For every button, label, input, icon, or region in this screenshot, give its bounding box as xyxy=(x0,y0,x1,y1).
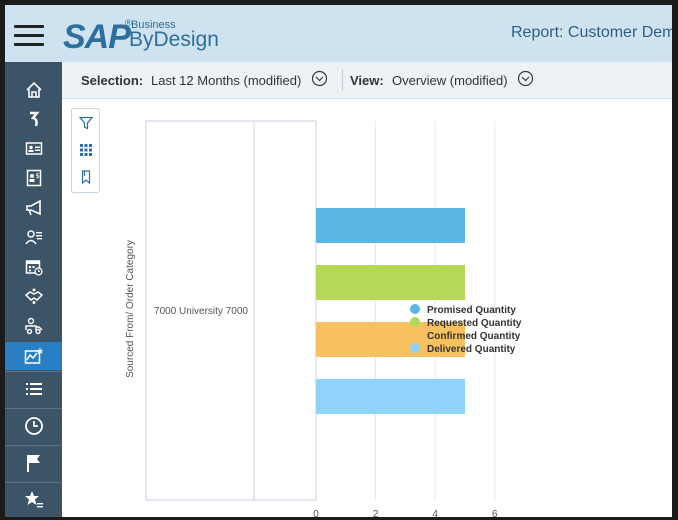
view-chevron-down-icon[interactable] xyxy=(517,70,534,87)
bar-delivered-quantity[interactable] xyxy=(316,379,465,414)
person-list-icon xyxy=(24,230,42,245)
sidebar-item-recent[interactable] xyxy=(5,408,62,444)
sidebar-item-refresh[interactable] xyxy=(5,106,62,132)
page-title: Report: Customer Demand Forecast xyxy=(511,24,672,41)
legend-entry: Confirmed Quantity xyxy=(427,331,521,342)
sidebar-item-contacts[interactable] xyxy=(5,136,62,162)
analytics-chart-icon xyxy=(24,347,43,364)
sidebar-item-home[interactable] xyxy=(5,77,62,103)
contact-card-icon xyxy=(25,142,42,155)
selection-value[interactable]: Last 12 Months (modified) xyxy=(151,73,301,88)
svg-text:$: $ xyxy=(35,172,39,180)
logo-product: ByDesign xyxy=(129,28,219,51)
menu-hamburger-icon[interactable] xyxy=(14,25,44,47)
report-toolbar: Selection: Last 12 Months (modified) Vie… xyxy=(62,62,672,99)
selection-label: Selection: xyxy=(81,73,144,88)
legend-entry: Requested Quantity xyxy=(427,318,522,329)
calendar-clock-icon xyxy=(25,260,43,276)
sidebar-item-delivery[interactable] xyxy=(5,313,62,339)
report-content: 0 2 4 6 Sourced From/ Order Category 7000 U… xyxy=(62,99,672,517)
flag-icon xyxy=(26,455,40,472)
sidebar: $ xyxy=(5,62,62,517)
delivery-truck-icon xyxy=(24,317,43,335)
x-tick-label: 0 xyxy=(313,509,319,517)
legend-marker xyxy=(410,343,420,353)
sidebar-item-analytics[interactable] xyxy=(5,342,62,370)
view-label: View: xyxy=(350,73,384,88)
sidebar-item-marketing[interactable] xyxy=(5,195,62,221)
clock-icon xyxy=(24,417,43,435)
shell-header: SAP ® Business ByDesign Report: Customer… xyxy=(5,5,672,62)
x-tick-label: 6 xyxy=(492,509,498,517)
sidebar-item-calendar[interactable] xyxy=(5,254,62,280)
selection-chevron-down-icon[interactable] xyxy=(311,70,328,87)
megaphone-icon xyxy=(25,199,41,216)
sidebar-item-accounts[interactable] xyxy=(5,224,62,250)
list-icon xyxy=(25,383,42,395)
sidebar-item-deals[interactable] xyxy=(5,283,62,309)
sidebar-item-invoices[interactable]: $ xyxy=(5,165,62,191)
sidebar-item-favorites[interactable] xyxy=(5,482,62,517)
x-tick-label: 4 xyxy=(432,509,438,517)
x-tick-label: 2 xyxy=(373,509,379,517)
view-value[interactable]: Overview (modified) xyxy=(392,73,508,88)
category-label: 7000 University 7000 xyxy=(154,306,248,317)
document-dollar-icon: $ xyxy=(26,169,41,187)
app-window: SAP ® Business ByDesign Report: Customer… xyxy=(5,5,672,517)
sidebar-item-flags[interactable] xyxy=(5,445,62,481)
bar-chart: 0 2 4 6 Sourced From/ Order Category 7000 U… xyxy=(125,120,522,517)
sidebar-item-worklist[interactable] xyxy=(5,371,62,407)
refresh-arrow-icon xyxy=(29,111,39,127)
legend-marker xyxy=(410,304,420,314)
home-icon xyxy=(25,81,42,98)
logo-brand: SAP xyxy=(63,18,131,56)
toolbar-divider xyxy=(342,69,343,91)
handshake-icon xyxy=(24,288,43,304)
legend-entry: Promised Quantity xyxy=(427,305,516,316)
bar-requested-quantity[interactable] xyxy=(316,265,465,300)
legend-marker xyxy=(410,317,420,327)
legend-entry: Delivered Quantity xyxy=(427,344,516,355)
bar-promised-quantity[interactable] xyxy=(316,208,465,243)
star-list-icon xyxy=(24,491,43,508)
y-axis-label: Sourced From/ Order Category xyxy=(125,240,136,378)
